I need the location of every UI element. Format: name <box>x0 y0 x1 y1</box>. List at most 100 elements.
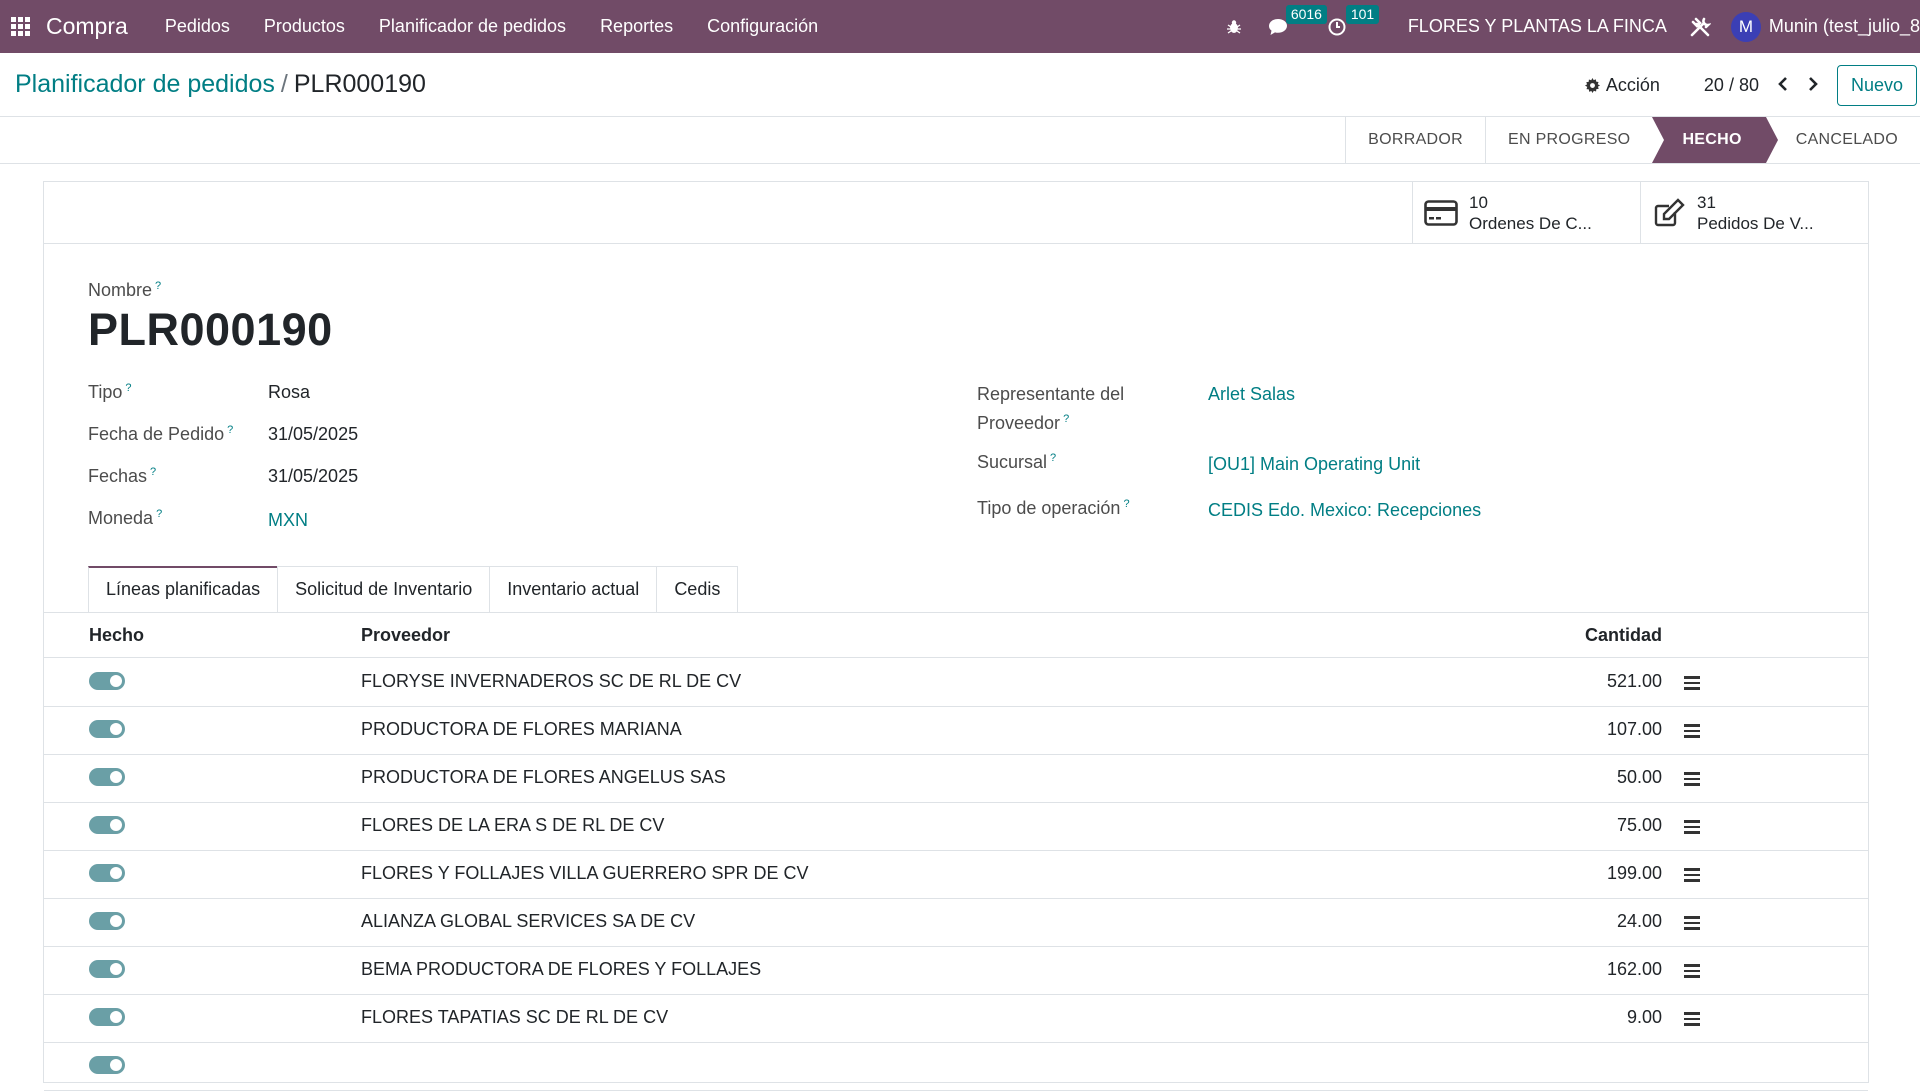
table-row[interactable]: BEMA PRODUCTORA DE FLORES Y FOLLAJES 162… <box>44 946 1868 995</box>
help-mark: ? <box>1050 452 1057 464</box>
quantity-cell: 521.00 <box>1606 671 1662 691</box>
supplier-cell: BEMA PRODUCTORA DE FLORES Y FOLLAJES <box>361 959 762 979</box>
activities-clock-icon[interactable]: 101 <box>1328 4 1380 36</box>
drag-handle-icon[interactable] <box>1684 820 1700 837</box>
quantity-cell: 9.00 <box>1626 1007 1662 1027</box>
done-toggle[interactable] <box>89 720 125 738</box>
pager-value[interactable]: 20 / 80 <box>1704 75 1759 96</box>
table-row[interactable]: FLORYSE INVERNADEROS SC DE RL DE CV 521.… <box>44 658 1868 707</box>
pager-previous-icon[interactable] <box>1777 72 1789 98</box>
help-mark: ? <box>1063 413 1070 425</box>
tipo-operacion-label: Tipo de operación? <box>977 498 1130 518</box>
fechas-field[interactable]: 31/05/2025 <box>268 466 358 487</box>
supplier-cell: FLORES DE LA ERA S DE RL DE CV <box>361 815 665 835</box>
breadcrumb-separator: / <box>280 70 288 98</box>
drag-handle-icon[interactable] <box>1684 676 1700 693</box>
app-brand[interactable]: Compra <box>46 13 128 40</box>
tipo-operacion-field[interactable]: CEDIS Edo. Mexico: Recepciones <box>1208 500 1481 521</box>
action-button[interactable]: Acción <box>1584 74 1660 96</box>
menu-configuracion[interactable]: Configuración <box>690 16 835 37</box>
done-toggle[interactable] <box>89 960 125 978</box>
avatar[interactable]: M <box>1730 11 1761 42</box>
debug-bug-icon[interactable] <box>1226 19 1242 35</box>
main-menu: Pedidos Productos Planificador de pedido… <box>148 16 835 37</box>
supplier-cell: PRODUCTORA DE FLORES ANGELUS SAS <box>361 767 726 787</box>
settings-tools-icon[interactable] <box>1689 16 1711 38</box>
tab-cedis[interactable]: Cedis <box>656 566 739 612</box>
table-row[interactable]: FLORES DE LA ERA S DE RL DE CV 75.00 <box>44 802 1868 851</box>
record-title[interactable]: PLR000190 <box>88 304 333 356</box>
representante-field[interactable]: Arlet Salas <box>1208 384 1295 405</box>
stage-hecho[interactable]: HECHO <box>1652 117 1779 163</box>
tab-inventario-actual[interactable]: Inventario actual <box>489 566 658 612</box>
quantity-cell: 75.00 <box>1616 815 1662 835</box>
fechas-label: Fechas? <box>88 466 157 486</box>
user-menu[interactable]: Munin (test_julio_8 <box>1769 16 1920 37</box>
header-hecho[interactable]: Hecho <box>89 625 144 646</box>
drag-handle-icon[interactable] <box>1684 1012 1700 1029</box>
stage-en-progreso[interactable]: EN PROGRESO <box>1485 117 1652 163</box>
header-proveedor[interactable]: Proveedor <box>361 625 450 646</box>
representante-label: Representante del Proveedor? <box>977 384 1125 433</box>
fecha-pedido-label: Fecha de Pedido? <box>88 424 234 444</box>
form-sheet: 10 Ordenes De C... 31 Pedidos De V... No… <box>43 181 1869 1091</box>
help-mark: ? <box>150 466 157 478</box>
breadcrumb-current: PLR000190 <box>293 70 426 98</box>
table-row[interactable]: FLORES TAPATIAS SC DE RL DE CV 9.00 <box>44 994 1868 1043</box>
sales-orders-label: Pedidos De V... <box>1697 213 1814 233</box>
sales-orders-count: 31 <box>1697 192 1716 212</box>
done-toggle[interactable] <box>89 816 125 834</box>
breadcrumb-parent[interactable]: Planificador de pedidos <box>15 70 275 98</box>
name-label: Nombre? <box>88 280 162 300</box>
table-row[interactable]: PRODUCTORA DE FLORES MARIANA 107.00 <box>44 706 1868 755</box>
drag-handle-icon[interactable] <box>1684 916 1700 933</box>
action-label: Acción <box>1605 74 1660 95</box>
breadcrumb: Planificador de pedidos / PLR000190 <box>15 70 426 99</box>
sucursal-field[interactable]: [OU1] Main Operating Unit <box>1208 454 1420 475</box>
stage-cancelado[interactable]: CANCELADO <box>1766 117 1920 163</box>
stage-borrador[interactable]: BORRADOR <box>1345 117 1485 163</box>
messages-icon[interactable]: 6016 <box>1268 4 1327 36</box>
done-toggle[interactable] <box>89 672 125 690</box>
pager-next-icon[interactable] <box>1807 72 1819 98</box>
top-navbar: Compra Pedidos Productos Planificador de… <box>0 0 1920 53</box>
done-toggle[interactable] <box>89 1008 125 1026</box>
tab-solicitud-inventario[interactable]: Solicitud de Inventario <box>277 566 491 612</box>
sales-orders-smart-button[interactable]: 31 Pedidos De V... <box>1640 182 1868 243</box>
control-panel: Planificador de pedidos / PLR000190 Acción… <box>0 53 1920 117</box>
drag-handle-icon[interactable] <box>1684 964 1700 981</box>
fecha-pedido-field[interactable]: 31/05/2025 <box>268 424 358 445</box>
help-mark: ? <box>227 424 234 436</box>
drag-handle-icon[interactable] <box>1684 772 1700 789</box>
apps-menu-icon[interactable] <box>0 0 40 53</box>
credit-card-icon <box>1413 199 1469 226</box>
table-row[interactable]: PRODUCTORA DE FLORES ANGELUS SAS 50.00 <box>44 754 1868 803</box>
drag-handle-icon[interactable] <box>1684 724 1700 741</box>
table-header: Hecho Proveedor Cantidad <box>44 613 1868 658</box>
smart-button-box: 10 Ordenes De C... 31 Pedidos De V... <box>44 182 1868 244</box>
menu-pedidos[interactable]: Pedidos <box>148 16 247 37</box>
drag-handle-icon[interactable] <box>1684 868 1700 885</box>
done-toggle[interactable] <box>89 912 125 930</box>
help-mark: ? <box>156 508 163 520</box>
company-switcher[interactable]: FLORES Y PLANTAS LA FINCA <box>1408 16 1667 37</box>
gear-icon <box>1584 77 1600 93</box>
done-toggle[interactable] <box>89 864 125 882</box>
done-toggle[interactable] <box>89 768 125 786</box>
tipo-field[interactable]: Rosa <box>268 382 310 403</box>
table-row-partial[interactable] <box>44 1042 1868 1091</box>
table-row[interactable]: FLORES Y FOLLAJES VILLA GUERRERO SPR DE … <box>44 850 1868 899</box>
menu-reportes[interactable]: Reportes <box>583 16 690 37</box>
purchase-orders-smart-button[interactable]: 10 Ordenes De C... <box>1412 182 1640 243</box>
moneda-field[interactable]: MXN <box>268 510 308 531</box>
tab-lineas-planificadas[interactable]: Líneas planificadas <box>88 566 279 612</box>
table-row[interactable]: ALIANZA GLOBAL SERVICES SA DE CV 24.00 <box>44 898 1868 947</box>
messages-badge: 6016 <box>1285 4 1327 24</box>
supplier-cell: FLORYSE INVERNADEROS SC DE RL DE CV <box>361 671 742 691</box>
header-cantidad[interactable]: Cantidad <box>1585 625 1662 646</box>
menu-planificador[interactable]: Planificador de pedidos <box>362 16 583 37</box>
menu-productos[interactable]: Productos <box>247 16 362 37</box>
new-button[interactable]: Nuevo <box>1836 64 1917 106</box>
done-toggle[interactable] <box>89 1056 125 1074</box>
moneda-label: Moneda? <box>88 508 163 528</box>
